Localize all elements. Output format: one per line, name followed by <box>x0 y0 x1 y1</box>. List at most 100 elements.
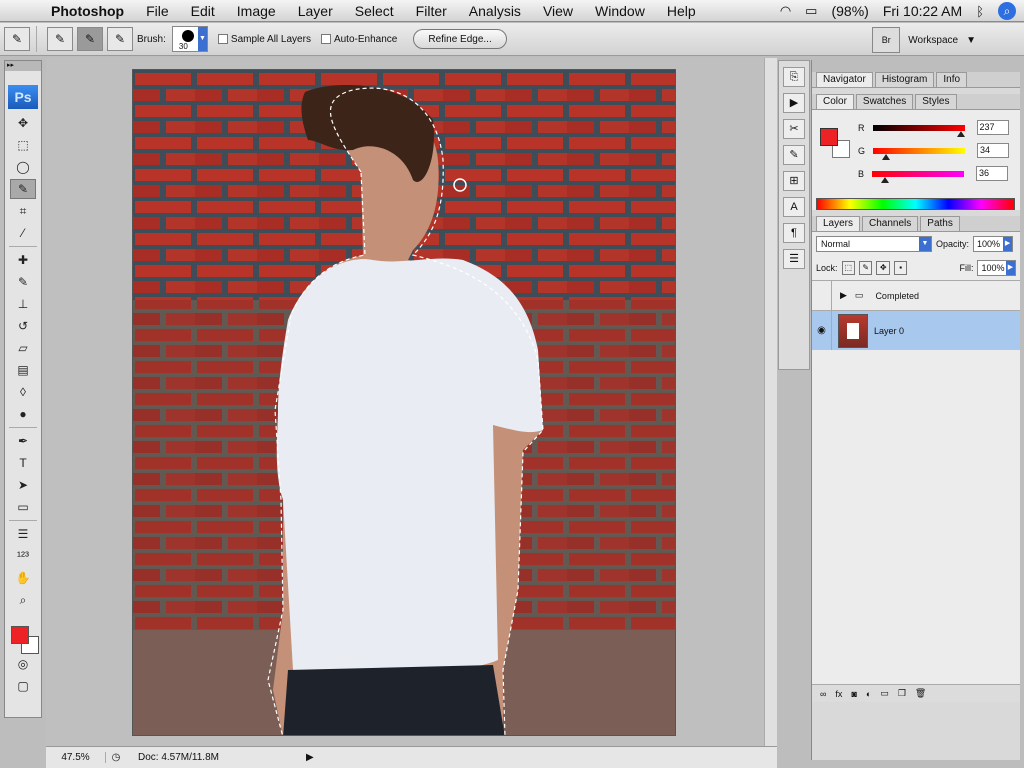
slider-thumb[interactable] <box>882 153 891 160</box>
slider-thumb[interactable] <box>881 176 890 183</box>
quick-selection-tool-icon[interactable]: ✎ <box>10 179 36 199</box>
add-to-selection-icon[interactable]: ✎ <box>77 27 103 51</box>
eyedropper-tool-icon[interactable]: ⁄ <box>10 223 36 243</box>
chevron-right-icon[interactable]: ▶ <box>1003 237 1013 251</box>
count-tool-icon[interactable]: ¹²³ <box>10 546 36 566</box>
type-tool-icon[interactable]: T <box>10 453 36 473</box>
chevron-right-icon[interactable]: ▶ <box>1005 261 1015 275</box>
menu-filter[interactable]: Filter <box>405 3 458 19</box>
lock-image-icon[interactable]: ✎ <box>859 261 873 275</box>
document-image[interactable] <box>132 69 676 736</box>
blend-mode-select[interactable]: Normal ▼ <box>816 236 932 252</box>
slider-thumb[interactable] <box>956 130 965 137</box>
lasso-tool-icon[interactable]: ◯ <box>10 157 36 177</box>
lock-all-icon[interactable]: ▪ <box>893 261 908 275</box>
hand-tool-icon[interactable]: ✋ <box>10 568 36 588</box>
foreground-color-swatch[interactable] <box>11 626 29 644</box>
color-panel-foreground-swatch[interactable] <box>820 128 838 146</box>
layer-row-selected[interactable]: ◉ Layer 0 <box>812 310 1020 350</box>
panel-collapse-icon[interactable]: ▸▸ <box>5 61 41 71</box>
layer-style-icon[interactable]: fx <box>835 689 842 699</box>
bluetooth-icon[interactable]: ᛒ <box>976 4 984 19</box>
chevron-down-icon[interactable]: ▼ <box>966 35 976 46</box>
checkbox-box[interactable] <box>320 34 331 44</box>
layer-row-group[interactable]: ▶ ▭ Completed <box>812 280 1020 310</box>
layer-thumbnail[interactable] <box>838 313 868 348</box>
chevron-down-icon[interactable]: ▼ <box>919 237 931 251</box>
blue-value-field[interactable]: 36 <box>976 166 1009 181</box>
tab-paths[interactable]: Paths <box>920 216 960 231</box>
clone-stamp-tool-icon[interactable]: ⊥ <box>10 294 36 314</box>
eraser-tool-icon[interactable]: ▱ <box>10 338 36 358</box>
zoom-level[interactable]: 47.5% <box>46 752 106 763</box>
brush-picker[interactable]: 30 ▼ <box>171 26 208 52</box>
link-layers-icon[interactable]: ∞ <box>820 689 826 699</box>
brushes-panel-icon[interactable]: ✎ <box>783 145 805 165</box>
menu-window[interactable]: Window <box>584 3 656 19</box>
panel-group-header[interactable] <box>812 60 1020 72</box>
layer-comps-icon[interactable]: ☰ <box>783 249 805 269</box>
color-spectrum-bar[interactable] <box>816 198 1015 210</box>
tab-layers[interactable]: Layers <box>816 216 861 231</box>
move-tool-icon[interactable]: ✥ <box>10 113 36 133</box>
new-layer-icon[interactable]: ❐ <box>898 688 906 699</box>
tab-navigator[interactable]: Navigator <box>816 72 873 87</box>
tab-swatches[interactable]: Swatches <box>855 94 914 109</box>
status-menu-arrow-icon[interactable]: ▶ <box>306 752 318 763</box>
pen-tool-icon[interactable]: ✒ <box>10 431 36 451</box>
tab-color[interactable]: Color <box>816 94 854 109</box>
workspace-menu[interactable]: Workspace <box>908 35 958 46</box>
tab-styles[interactable]: Styles <box>915 94 957 109</box>
tab-histogram[interactable]: Histogram <box>874 72 935 87</box>
menu-clock[interactable]: Fri 10:22 AM <box>883 3 962 19</box>
photoshop-logo[interactable]: Ps <box>8 85 38 109</box>
shape-tool-icon[interactable]: ▭ <box>10 497 36 517</box>
refine-edge-button[interactable]: Refine Edge... <box>413 29 507 49</box>
opacity-field[interactable]: 100% ▶ <box>973 236 1014 252</box>
path-selection-tool-icon[interactable]: ➤ <box>10 475 36 495</box>
green-value-field[interactable]: 34 <box>977 143 1010 158</box>
marquee-tool-icon[interactable]: ⬚ <box>10 135 36 155</box>
zoom-tool-icon[interactable]: ⌕ <box>10 590 36 610</box>
status-info-icon[interactable]: ◷ <box>106 752 126 763</box>
menu-view[interactable]: View <box>532 3 584 19</box>
blur-tool-icon[interactable]: ◊ <box>10 382 36 402</box>
menu-edit[interactable]: Edit <box>180 3 226 19</box>
gradient-tool-icon[interactable]: ▤ <box>10 360 36 380</box>
tab-channels[interactable]: Channels <box>862 216 919 231</box>
visibility-toggle-empty[interactable] <box>812 281 832 310</box>
menu-image[interactable]: Image <box>226 3 287 19</box>
clone-source-icon[interactable]: ⊞ <box>783 171 805 191</box>
tool-preset-picker[interactable]: ✎ <box>4 27 30 51</box>
crop-tool-icon[interactable]: ⌗ <box>10 201 36 221</box>
menu-app-name[interactable]: Photoshop <box>40 3 135 19</box>
quick-mask-icon[interactable]: ◎ <box>10 654 36 674</box>
battery-icon[interactable]: ▭ <box>805 3 817 19</box>
layer-name[interactable]: Completed <box>875 291 919 301</box>
paragraph-panel-icon[interactable]: ¶ <box>783 223 805 243</box>
history-panel-icon[interactable]: ⎘ <box>783 67 805 87</box>
add-mask-icon[interactable]: ◙ <box>851 689 856 699</box>
new-selection-icon[interactable]: ✎ <box>47 27 73 51</box>
vertical-scrollbar[interactable] <box>764 58 777 746</box>
red-value-field[interactable]: 237 <box>976 120 1009 135</box>
tab-info[interactable]: Info <box>936 72 968 87</box>
fill-field[interactable]: 100% ▶ <box>977 260 1016 276</box>
expand-triangle-icon[interactable]: ▶ <box>840 290 847 301</box>
spotlight-search-icon[interactable]: ⌕ <box>998 2 1016 20</box>
menu-file[interactable]: File <box>135 3 180 19</box>
bridge-icon[interactable]: Br <box>872 27 901 53</box>
menu-layer[interactable]: Layer <box>287 3 344 19</box>
menu-analysis[interactable]: Analysis <box>458 3 532 19</box>
new-group-icon[interactable]: ▭ <box>880 688 889 699</box>
character-panel-icon[interactable]: A <box>783 197 805 217</box>
screen-mode-icon[interactable]: ▢ <box>10 676 36 696</box>
sample-all-layers-checkbox[interactable]: Sample All Layers <box>217 34 311 45</box>
history-brush-tool-icon[interactable]: ↺ <box>10 316 36 336</box>
actions-panel-icon[interactable]: ▶ <box>783 93 805 113</box>
menu-help[interactable]: Help <box>656 3 707 19</box>
tool-presets-icon[interactable]: ✂ <box>783 119 805 139</box>
lock-position-icon[interactable]: ✥ <box>876 261 890 275</box>
green-slider[interactable] <box>873 147 966 160</box>
layer-name[interactable]: Layer 0 <box>874 326 904 336</box>
